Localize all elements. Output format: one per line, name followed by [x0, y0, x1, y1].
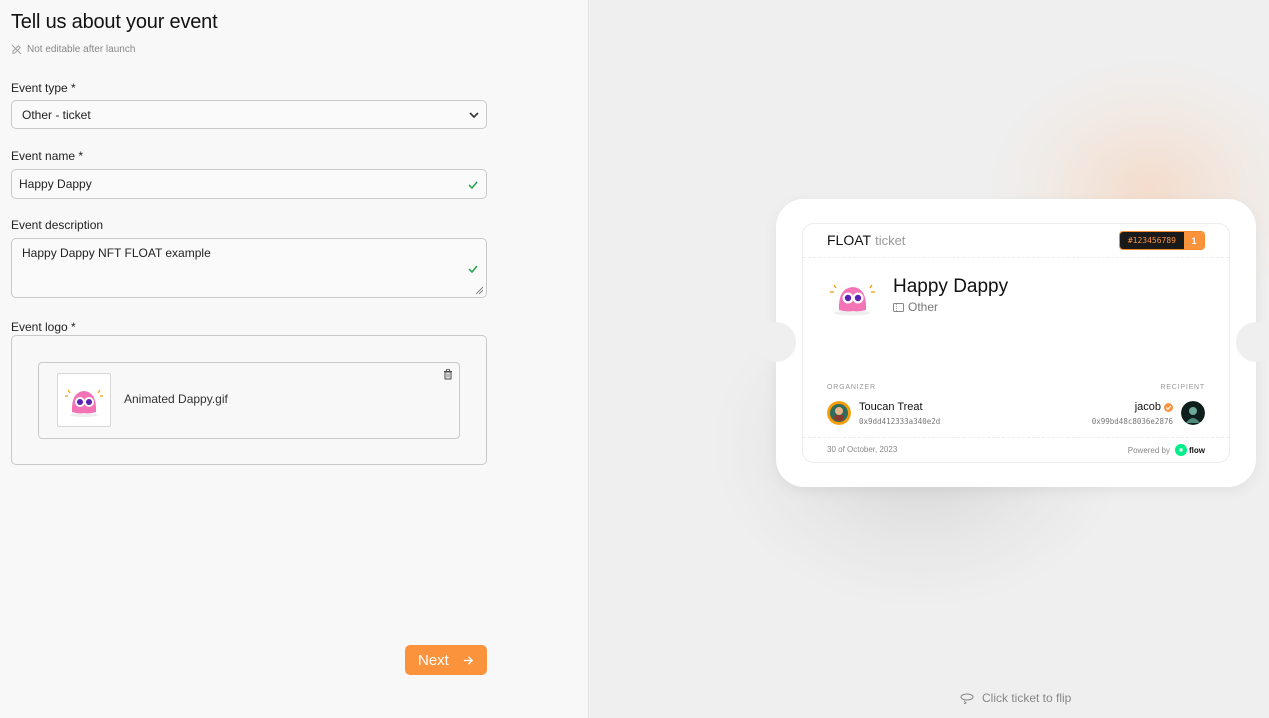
next-button[interactable]: Next: [405, 645, 487, 675]
edit-off-icon: [11, 44, 22, 55]
ticket-notch-right: [1236, 322, 1269, 362]
flow-logo-icon: [1175, 444, 1187, 456]
organizer-name: Toucan Treat: [859, 401, 923, 413]
flow-logo: flow: [1175, 444, 1205, 456]
organizer-address: 0x9dd412333a340e2d: [859, 417, 941, 426]
ticket-brand-suffix: ticket: [875, 233, 906, 248]
serial-number: #123456789: [1119, 232, 1184, 249]
logo-thumbnail: [57, 373, 111, 427]
uploaded-file-card: Animated Dappy.gif: [38, 362, 460, 439]
event-description-value: Happy Dappy NFT FLOAT example: [22, 246, 211, 260]
dappy-logo-icon: [65, 389, 103, 417]
ticket-event-type: Other: [893, 300, 938, 314]
ticket-date: 30 of October, 2023: [827, 445, 898, 454]
checkmark-icon: [468, 181, 478, 190]
ticket-divider-bottom: [803, 437, 1229, 438]
event-logo-dropzone[interactable]: Animated Dappy.gif: [11, 335, 487, 465]
serial-badge: #123456789 1: [1118, 231, 1205, 250]
event-description-label: Event description: [11, 218, 104, 232]
flow-logo-text: flow: [1189, 445, 1205, 455]
resize-handle-icon[interactable]: [475, 286, 483, 294]
event-type-select[interactable]: Other - ticket: [11, 100, 487, 129]
recipient-name-text: jacob: [1134, 401, 1161, 413]
verified-badge-icon: [1164, 402, 1173, 412]
notice-text: Not editable after launch: [27, 44, 136, 55]
recipient-caption: RECIPIENT: [1160, 384, 1205, 391]
logo-file-name: Animated Dappy.gif: [124, 392, 228, 406]
serial-count: 1: [1184, 232, 1204, 249]
ticket-brand-name: FLOAT: [827, 232, 872, 248]
event-name-value: Happy Dappy: [19, 177, 92, 191]
ticket-event-name: Happy Dappy: [893, 276, 1009, 297]
page-title: Tell us about your event: [11, 11, 218, 33]
event-name-label: Event name *: [11, 149, 84, 163]
recipient-name: jacob: [1135, 401, 1173, 413]
event-name-input[interactable]: Happy Dappy: [11, 169, 487, 199]
event-form-panel: Tell us about your event Not editable af…: [0, 0, 589, 718]
organizer-avatar: [827, 401, 851, 425]
ticket-event-type-text: Other: [908, 300, 939, 314]
ticket-inner: FLOATticket #123456789 1 Happy Dappy Ot: [802, 223, 1230, 463]
ticket-brand: FLOAT ticket: [827, 232, 905, 248]
dappy-logo-icon: [830, 284, 875, 316]
powered-by: Powered by flow: [1128, 444, 1205, 456]
event-type-label: Event type *: [11, 81, 76, 95]
recipient-avatar: [1181, 401, 1205, 425]
organizer-caption: ORGANIZER: [827, 384, 876, 391]
event-logo-label: Event logo *: [11, 320, 76, 334]
ticket-preview-panel: FLOATticket #123456789 1 Happy Dappy Ot: [590, 0, 1269, 718]
event-type-value: Other - ticket: [22, 107, 91, 122]
float-ticket[interactable]: FLOATticket #123456789 1 Happy Dappy Ot: [756, 199, 1269, 487]
rotate-icon: [960, 693, 974, 704]
next-button-label: Next: [418, 651, 449, 669]
ticket-divider-top: [803, 257, 1229, 258]
chevron-down-icon: [469, 112, 479, 119]
ticket-notch-left: [756, 322, 796, 362]
arrow-right-icon: [463, 655, 473, 665]
event-description-textarea[interactable]: Happy Dappy NFT FLOAT example: [11, 238, 487, 298]
powered-by-text: Powered by: [1127, 445, 1170, 455]
ticket-icon: [893, 302, 904, 312]
recipient-address: 0x99bd48c8036e2876: [1091, 417, 1173, 426]
checkmark-icon: [468, 265, 478, 274]
trash-icon[interactable]: [443, 369, 453, 380]
flip-hint-text: Click ticket to flip: [982, 691, 1072, 705]
not-editable-notice: Not editable after launch: [11, 44, 135, 55]
flip-hint: Click ticket to flip: [960, 691, 1071, 705]
